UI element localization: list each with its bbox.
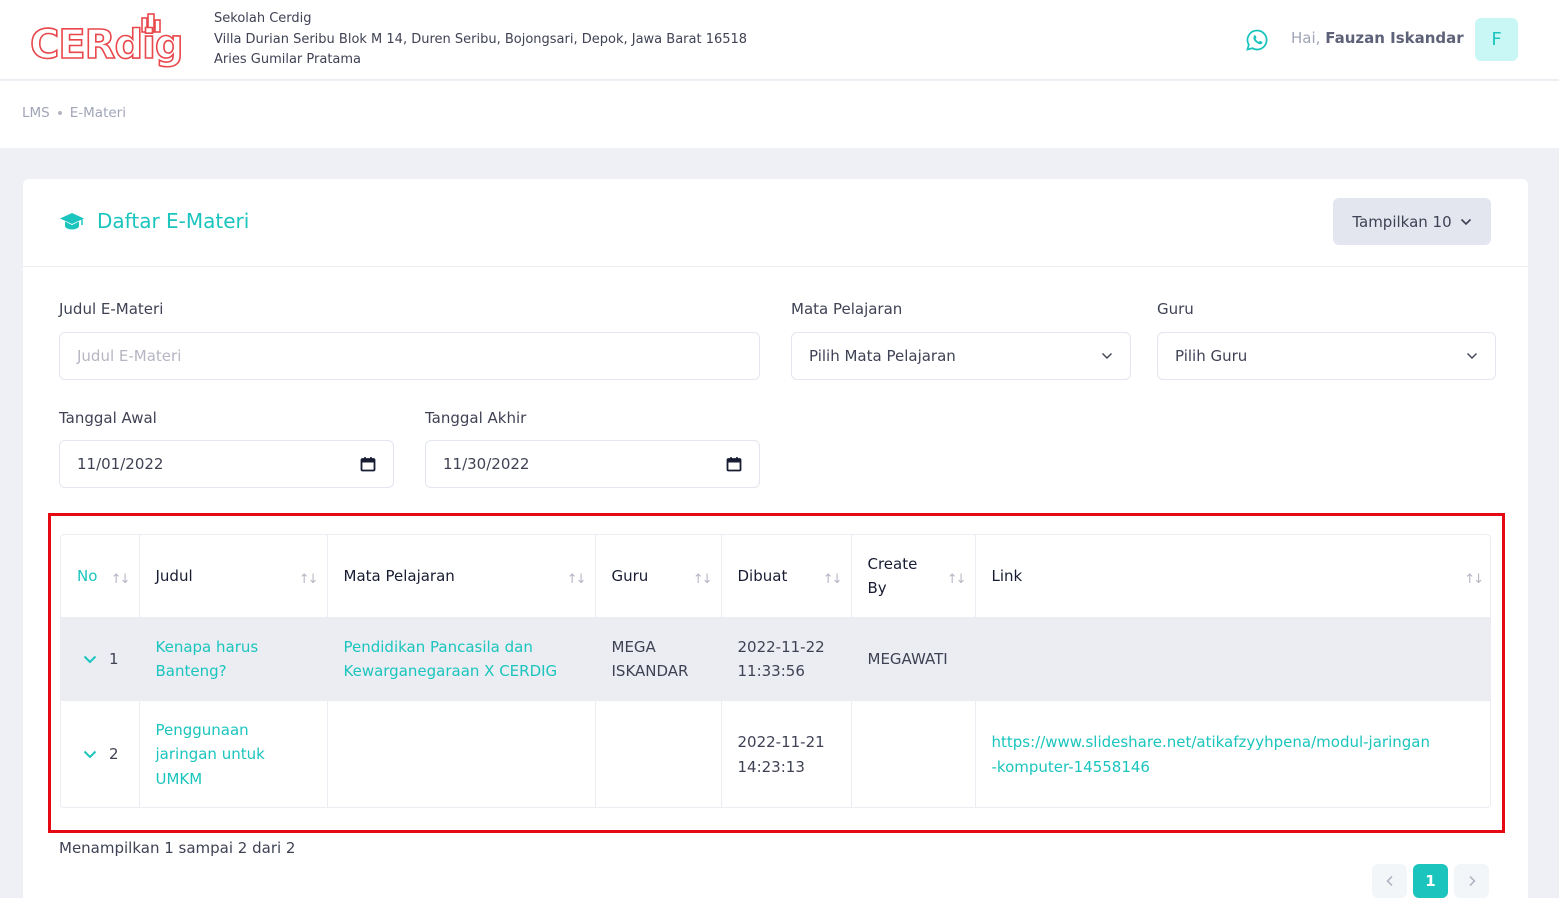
chevron-down-icon — [1467, 353, 1477, 359]
cerdig-logo[interactable]: CERdig — [30, 12, 200, 70]
tanggal-akhir-value: 11/30/2022 — [443, 455, 530, 473]
breadcrumb-lms[interactable]: LMS — [22, 105, 50, 121]
school-name: Sekolah Cerdig — [214, 11, 312, 26]
whatsapp-icon[interactable] — [1245, 28, 1269, 52]
breadcrumb-separator — [57, 111, 62, 115]
user-greeting[interactable]: Hai, Fauzan Iskandar — [1291, 29, 1464, 47]
pagination-summary: Menampilkan 1 sampai 2 dari 2 — [59, 839, 296, 857]
tanggal-akhir-label: Tanggal Akhir — [425, 409, 527, 427]
mapel-select[interactable]: Pilih Mata Pelajaran — [791, 332, 1131, 380]
tanggal-awal-value: 11/01/2022 — [77, 455, 164, 473]
avatar[interactable]: F — [1475, 18, 1518, 61]
tanggal-akhir-input[interactable]: 11/30/2022 — [425, 440, 760, 488]
table-highlight-box — [48, 513, 1505, 833]
card-title: Daftar E-Materi — [59, 209, 249, 233]
judul-input[interactable]: Judul E-Materi — [59, 332, 760, 380]
guru-label: Guru — [1157, 300, 1194, 318]
chevron-down-icon — [1460, 218, 1471, 225]
subheader: LMS E-Materi — [0, 81, 1559, 148]
tanggal-awal-label: Tanggal Awal — [59, 409, 157, 427]
calendar-icon[interactable] — [726, 456, 742, 472]
judul-label: Judul E-Materi — [59, 300, 164, 318]
card-header: Daftar E-Materi Tampilkan 10 — [23, 179, 1528, 267]
calendar-icon[interactable] — [360, 456, 376, 472]
svg-text:CERdig: CERdig — [30, 22, 182, 68]
mapel-label: Mata Pelajaran — [791, 300, 903, 318]
pagination: 1 — [1372, 864, 1489, 898]
card-title-text: Daftar E-Materi — [97, 209, 250, 233]
breadcrumb-ematerial[interactable]: E-Materi — [70, 105, 126, 121]
chevron-left-icon — [1385, 875, 1393, 887]
show-count-dropdown[interactable]: Tampilkan 10 — [1333, 198, 1491, 245]
next-page-button[interactable] — [1454, 864, 1489, 898]
judul-placeholder: Judul E-Materi — [77, 347, 182, 365]
school-address: Villa Durian Seribu Blok M 14, Duren Ser… — [214, 31, 748, 47]
chevron-right-icon — [1468, 875, 1476, 887]
school-info: Sekolah Cerdig Villa Durian Seribu Blok … — [214, 9, 747, 71]
guru-select-value: Pilih Guru — [1175, 347, 1248, 365]
page-button-1[interactable]: 1 — [1413, 864, 1448, 898]
graduation-cap-icon — [60, 213, 84, 230]
chevron-down-icon — [1102, 353, 1112, 359]
mapel-select-value: Pilih Mata Pelajaran — [809, 347, 956, 365]
school-principal: Aries Gumilar Pratama — [214, 52, 362, 67]
top-bar: CERdig Sekolah Cerdig Villa Durian Serib… — [0, 0, 1559, 80]
tanggal-awal-input[interactable]: 11/01/2022 — [59, 440, 394, 488]
show-count-label: Tampilkan 10 — [1352, 212, 1452, 231]
prev-page-button[interactable] — [1372, 864, 1407, 898]
breadcrumb: LMS E-Materi — [22, 105, 126, 121]
guru-select[interactable]: Pilih Guru — [1157, 332, 1496, 380]
